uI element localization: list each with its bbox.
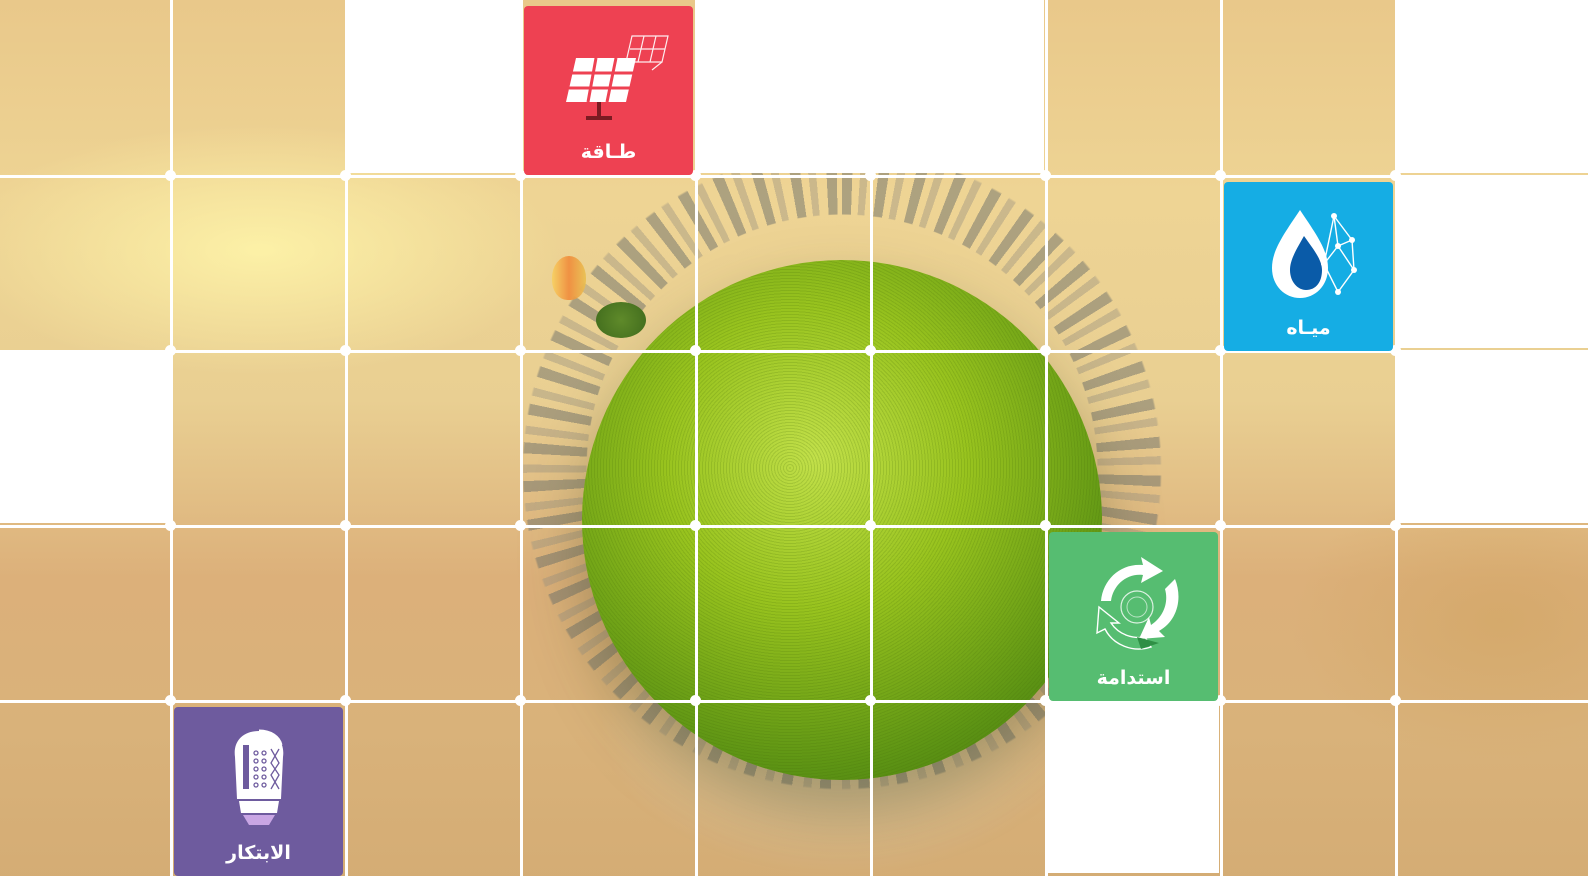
- grid-dot: [340, 170, 351, 181]
- grid-dot: [865, 170, 876, 181]
- grid-dot: [340, 695, 351, 706]
- grid-dot: [690, 520, 701, 531]
- hero-banner: طـاقة ميـاه استدامة الابتكار: [0, 0, 1588, 890]
- grid-line: [170, 0, 173, 890]
- sustainability-label: استدامة: [1096, 667, 1171, 689]
- grid-dot: [515, 520, 526, 531]
- grid-dot: [515, 345, 526, 356]
- water-label: ميـاه: [1286, 317, 1331, 339]
- blank-cell: [1396, 175, 1588, 348]
- grid-line: [1045, 0, 1048, 890]
- blank-cell: [1396, 350, 1588, 523]
- energy-label: طـاقة: [580, 141, 637, 163]
- grid-dot: [690, 695, 701, 706]
- grid-line: [520, 0, 523, 890]
- innovation-label: الابتكار: [226, 842, 291, 864]
- solar-panel-icon: [524, 24, 693, 132]
- grid-dot: [1040, 520, 1051, 531]
- grid-dot: [1390, 695, 1401, 706]
- blank-cell: [1396, 0, 1588, 173]
- light-bulb-icon: [174, 725, 343, 833]
- grid-dot: [1390, 520, 1401, 531]
- grid-line: [1220, 0, 1223, 890]
- grid-dot: [1040, 345, 1051, 356]
- grid-line: [870, 0, 873, 890]
- grid-dot: [165, 345, 176, 356]
- grid-dot: [865, 520, 876, 531]
- grid-line: [345, 0, 348, 890]
- grid-dot: [515, 695, 526, 706]
- grid-line: [0, 525, 1588, 528]
- grid-dot: [1040, 170, 1051, 181]
- grid-dot: [865, 695, 876, 706]
- hot-air-balloon: [552, 256, 586, 300]
- grid-line: [0, 700, 1588, 703]
- grid-dot: [165, 520, 176, 531]
- blank-cell: [347, 0, 520, 173]
- sustainability-tile[interactable]: استدامة: [1049, 532, 1218, 701]
- recycle-icon: [1049, 550, 1218, 658]
- grid-dot: [165, 695, 176, 706]
- energy-tile[interactable]: طـاقة: [524, 6, 693, 175]
- blank-cell: [0, 350, 172, 523]
- grid-dot: [865, 345, 876, 356]
- grid-dot: [1215, 520, 1226, 531]
- grid-line: [1395, 0, 1398, 890]
- grid-line: [0, 175, 1588, 178]
- water-tile[interactable]: ميـاه: [1224, 182, 1393, 351]
- grid-dot: [690, 345, 701, 356]
- grid-line: [695, 0, 698, 890]
- grid-dot: [165, 170, 176, 181]
- innovation-tile[interactable]: الابتكار: [174, 707, 343, 876]
- tree-cluster: [596, 302, 646, 338]
- grid-line: [0, 876, 1588, 890]
- blank-cell: [1046, 700, 1219, 873]
- grid-dot: [340, 345, 351, 356]
- water-drop-icon: [1224, 200, 1393, 308]
- grid-dot: [1215, 170, 1226, 181]
- grid-dot: [340, 520, 351, 531]
- grid-dot: [1390, 170, 1401, 181]
